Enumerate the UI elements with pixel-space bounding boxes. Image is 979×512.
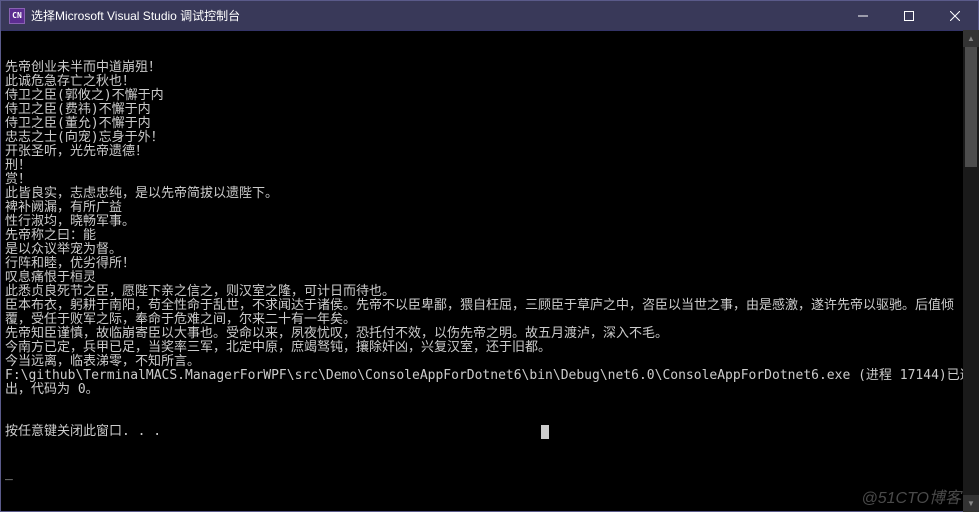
chevron-up-icon: ▲ — [967, 34, 975, 43]
console-line: 臣本布衣，躬耕于南阳，苟全性命于乱世，不求闻达于诸侯。先帝不以臣卑鄙，猥自枉屈，… — [5, 299, 974, 327]
console-line: 此悉贞良死节之臣，愿陛下亲之信之，则汉室之隆，可计日而待也。 — [5, 285, 974, 299]
console-line: 忠志之士(向宠)忘身于外！ — [5, 131, 974, 145]
window-title: 选择Microsoft Visual Studio 调试控制台 — [31, 7, 840, 24]
console-line: 此皆良实，志虑忠纯，是以先帝简拔以遗陛下。 — [5, 187, 974, 201]
console-line: 先帝知臣谨慎，故临崩寄臣以大事也。受命以来，夙夜忧叹，恐托付不效，以伤先帝之明。… — [5, 327, 974, 341]
prompt-line: _ — [5, 467, 974, 481]
minimize-icon — [858, 11, 868, 21]
scroll-up-button[interactable]: ▲ — [963, 30, 979, 47]
console-line: 此诚危急存亡之秋也！ — [5, 75, 974, 89]
console-line: 赏！ — [5, 173, 974, 187]
console-line: 裨补阙漏，有所广益 — [5, 201, 974, 215]
prompt-cursor: _ — [5, 466, 13, 481]
window-controls — [840, 1, 978, 30]
console-line: 侍卫之臣(费祎)不懈于内 — [5, 103, 974, 117]
close-button[interactable] — [932, 1, 978, 30]
wait-text: 按任意键关闭此窗口. . . — [5, 424, 161, 439]
console-window: CN 选择Microsoft Visual Studio 调试控制台 先帝创业未… — [0, 0, 979, 512]
console-line: F:\github\TerminalMACS.ManagerForWPF\src… — [5, 369, 974, 397]
vertical-scrollbar[interactable]: ▲ ▼ — [963, 30, 979, 512]
scroll-thumb[interactable] — [965, 47, 977, 167]
app-icon-label: CN — [12, 11, 22, 20]
scroll-track[interactable] — [963, 47, 979, 495]
chevron-down-icon: ▼ — [967, 499, 975, 508]
console-line: 是以众议举宠为督。 — [5, 243, 974, 257]
console-line: 先帝创业未半而中道崩殂！ — [5, 61, 974, 75]
console-output[interactable]: 先帝创业未半而中道崩殂！此诚危急存亡之秋也！侍卫之臣(郭攸之)不懈于内侍卫之臣(… — [1, 31, 978, 511]
console-line: 行阵和睦，优劣得所！ — [5, 257, 974, 271]
wait-line: 按任意键关闭此窗口. . . — [5, 425, 974, 439]
minimize-button[interactable] — [840, 1, 886, 30]
console-line: 先帝称之曰：能 — [5, 229, 974, 243]
console-text: 先帝创业未半而中道崩殂！此诚危急存亡之秋也！侍卫之臣(郭攸之)不懈于内侍卫之臣(… — [5, 61, 974, 397]
maximize-icon — [904, 11, 914, 21]
console-line: 侍卫之臣(董允)不懈于内 — [5, 117, 974, 131]
console-line: 今南方已定，兵甲已足，当奖率三军，北定中原，庶竭驽钝，攘除奸凶，兴复汉室，还于旧… — [5, 341, 974, 355]
close-icon — [950, 11, 960, 21]
app-icon: CN — [9, 8, 25, 24]
maximize-button[interactable] — [886, 1, 932, 30]
console-line: 今当远离，临表涕零，不知所言。 — [5, 355, 974, 369]
console-line: 刑！ — [5, 159, 974, 173]
titlebar[interactable]: CN 选择Microsoft Visual Studio 调试控制台 — [1, 1, 978, 31]
console-line: 侍卫之臣(郭攸之)不懈于内 — [5, 89, 974, 103]
console-line: 性行淑均，晓畅军事。 — [5, 215, 974, 229]
console-line: 叹息痛恨于桓灵 — [5, 271, 974, 285]
selection-cursor — [541, 425, 549, 439]
console-line: 开张圣听，光先帝遗德！ — [5, 145, 974, 159]
scroll-down-button[interactable]: ▼ — [963, 495, 979, 512]
